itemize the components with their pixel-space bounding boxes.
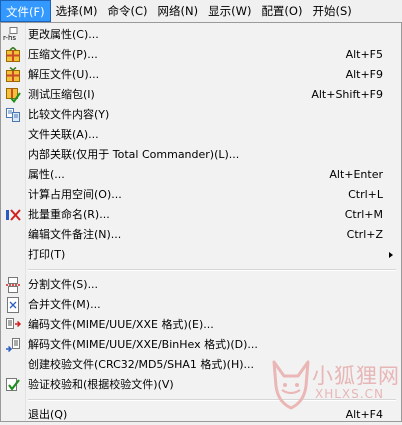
- file-menu-item-shortcut: Ctrl+L: [348, 188, 383, 201]
- file-menu-item[interactable]: 编辑文件备注(N)... Ctrl+Z: [1, 225, 401, 245]
- menu-start[interactable]: 开始(S): [307, 0, 356, 22]
- file-menu-item-label: 编辑文件备注(N)...: [28, 228, 122, 241]
- menu-separator: [28, 269, 396, 271]
- file-menu-item[interactable]: 分割文件(S)...: [1, 275, 401, 295]
- combine-files-icon: [5, 297, 21, 313]
- file-menu-item[interactable]: 打印(T): [1, 245, 401, 265]
- file-menu-item-shortcut: Alt+F5: [345, 48, 383, 61]
- watermark-text: 小狐狸网: [312, 364, 400, 388]
- verify-checksum-icon: [5, 377, 21, 393]
- file-menu-item[interactable]: 编码文件(MIME/UUE/XXE 格式)(E)...: [1, 315, 401, 335]
- file-menu-item-label: 测试压缩包(I): [28, 88, 95, 101]
- watermark-domain: XHLXS.CN: [315, 387, 384, 401]
- menu-commands[interactable]: 命令(C): [103, 0, 153, 22]
- file-menu-item-shortcut: Alt+Shift+F9: [311, 88, 383, 101]
- menu-network[interactable]: 网络(N): [153, 0, 204, 22]
- file-menu-item[interactable]: 计算占用空间(O)... Ctrl+L: [1, 185, 401, 205]
- split-file-icon: [5, 277, 21, 293]
- file-menu-item[interactable]: 内部关联(仅用于 Total Commander)(L)...: [1, 145, 401, 165]
- file-menu-item[interactable]: 测试压缩包(I) Alt+Shift+F9: [1, 85, 401, 105]
- unpack-archive-icon: [5, 66, 21, 83]
- encode-file-icon: [5, 317, 22, 333]
- file-menu-item[interactable]: 合并文件(M)...: [1, 295, 401, 315]
- menu-show[interactable]: 显示(W): [203, 0, 256, 22]
- fox-logo-icon: [272, 360, 310, 410]
- submenu-arrow-icon: [389, 252, 393, 258]
- file-menu-item-label: 内部关联(仅用于 Total Commander)(L)...: [28, 148, 240, 161]
- file-menu-item-shortcut: Ctrl+Z: [346, 228, 383, 241]
- file-menu-item-label: 解码文件(MIME/UUE/XXE/BinHex 格式)(D)...: [28, 338, 258, 351]
- file-menu-item[interactable]: r-hs 更改属性(C)...: [1, 25, 401, 45]
- file-menu-item-label: 文件关联(A)...: [28, 128, 99, 141]
- file-menu-item-label: 编码文件(MIME/UUE/XXE 格式)(E)...: [28, 318, 214, 331]
- file-menu-item-label: 解压文件(U)...: [28, 68, 100, 81]
- file-menu-item-label: 计算占用空间(O)...: [28, 188, 122, 201]
- multi-rename-icon: [5, 207, 21, 223]
- menu-configuration[interactable]: 配置(O): [256, 0, 307, 22]
- watermark-logo: 小狐狸网 XHLXS.CN: [268, 354, 400, 418]
- change-attributes-icon: r-hs: [3, 27, 21, 43]
- file-menu-item[interactable]: 解压文件(U)... Alt+F9: [1, 65, 401, 85]
- menu-bar: 文件(F) 选择(M) 命令(C) 网络(N) 显示(W) 配置(O) 开始(S…: [0, 0, 402, 23]
- file-menu-item-label: 创建校验文件(CRC32/MD5/SHA1 格式)(H)...: [28, 358, 255, 371]
- file-menu-item[interactable]: 文件关联(A)...: [1, 125, 401, 145]
- file-menu-item-shortcut: Alt+F9: [345, 68, 383, 81]
- file-menu-item[interactable]: 批量重命名(R)... Ctrl+M: [1, 205, 401, 225]
- pack-archive-icon: [5, 46, 21, 63]
- file-menu-item[interactable]: 属性(... Alt+Enter: [1, 165, 401, 185]
- file-menu-item-label: 属性(...: [28, 168, 65, 181]
- file-menu-item-label: 更改属性(C)...: [28, 28, 99, 41]
- file-menu-item-label: 压缩文件(P)...: [28, 48, 98, 61]
- file-menu-item-shortcut: Alt+Enter: [329, 168, 383, 181]
- attributes-icon-text: r-hs: [3, 34, 17, 42]
- file-menu-item-shortcut: Ctrl+M: [344, 208, 383, 221]
- file-menu-item-label: 退出(Q): [28, 408, 68, 421]
- file-menu-item-label: 打印(T): [28, 248, 66, 261]
- decode-file-icon: [5, 337, 21, 353]
- file-menu-item-label: 比较文件内容(Y): [28, 108, 110, 121]
- file-menu-item-label: 批量重命名(R)...: [28, 208, 110, 221]
- menu-file[interactable]: 文件(F): [0, 0, 51, 22]
- file-menu-item-label: 分割文件(S)...: [28, 278, 99, 291]
- menu-select[interactable]: 选择(M): [51, 0, 103, 22]
- compare-files-icon: [5, 107, 21, 123]
- test-archive-icon: [5, 87, 21, 104]
- file-menu-item[interactable]: 比较文件内容(Y): [1, 105, 401, 125]
- file-menu-item-label: 验证校验和(根据校验文件)(V): [28, 378, 174, 391]
- file-menu-item[interactable]: 解码文件(MIME/UUE/XXE/BinHex 格式)(D)...: [1, 335, 401, 355]
- file-menu-item-label: 合并文件(M)...: [28, 298, 101, 311]
- file-menu-item[interactable]: 压缩文件(P)... Alt+F5: [1, 45, 401, 65]
